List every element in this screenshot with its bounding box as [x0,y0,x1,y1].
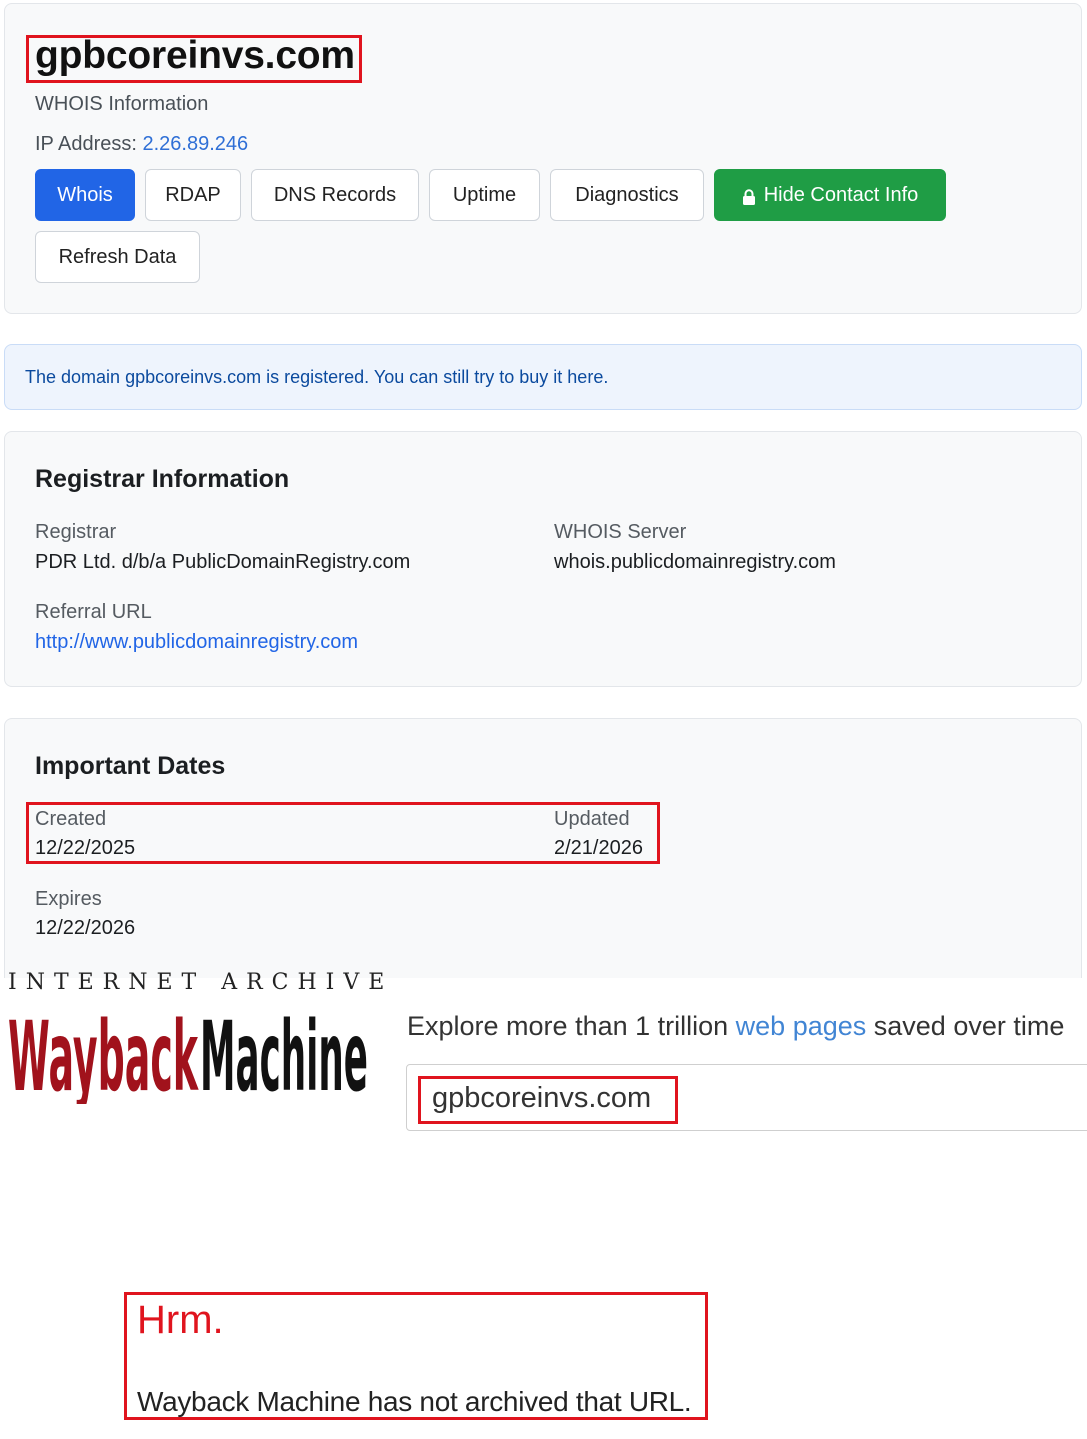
registrar-section-title: Registrar Information [35,465,290,493]
expires-value: 12/22/2026 [35,917,136,939]
domain-header-card: gpbcoreinvs.com WHOIS Information IP Add… [4,3,1082,314]
alert-middle: is registered. You can still try to buy … [261,367,568,387]
registrar-label: Registrar [35,521,117,543]
highlight-box-not-archived [124,1292,708,1420]
wayback-machine-logo[interactable]: Wayback Machine [8,1001,370,1113]
tagline-pre: Explore more than 1 trillion [407,1011,736,1041]
svg-text:Machine: Machine [200,1004,368,1104]
whois-tab-button[interactable]: Whois [35,169,135,221]
svg-text:Wayback: Wayback [8,1004,199,1104]
tagline-post: saved over time [866,1011,1065,1041]
buy-here-link[interactable]: here [567,367,603,387]
registrar-info-card: Registrar Information Registrar PDR Ltd.… [4,431,1082,687]
lock-icon [742,188,756,205]
uptime-button[interactable]: Uptime [429,169,540,221]
alert-text: The domain gpbcoreinvs.com is registered… [25,367,608,388]
dates-section-title: Important Dates [35,752,226,780]
hide-contact-info-button[interactable]: Hide Contact Info [714,169,946,221]
whois-server-label: WHOIS Server [554,521,687,543]
diagnostics-button[interactable]: Diagnostics [550,169,704,221]
alert-domain: gpbcoreinvs.com [125,367,262,387]
hide-contact-info-label: Hide Contact Info [763,183,919,206]
ip-address-row: IP Address: 2.26.89.246 [35,133,248,156]
highlight-box-domain [26,35,362,83]
ip-address-link[interactable]: 2.26.89.246 [142,133,248,155]
internet-archive-wordmark: INTERNET ARCHIVE [8,970,394,995]
alert-prefix: The domain [25,367,126,387]
referral-url-link[interactable]: http://www.publicdomainregistry.com [35,631,358,654]
web-pages-link[interactable]: web pages [736,1011,867,1041]
whois-server-value: whois.publicdomainregistry.com [554,551,836,573]
ip-label: IP Address: [35,133,137,155]
expires-label: Expires [35,888,102,910]
dns-records-button[interactable]: DNS Records [251,169,419,221]
whois-subtitle: WHOIS Information [35,93,209,115]
registration-alert: The domain gpbcoreinvs.com is registered… [4,344,1082,410]
highlight-box-search [418,1076,678,1124]
refresh-data-button[interactable]: Refresh Data [35,231,200,283]
rdap-button[interactable]: RDAP [145,169,241,221]
wayback-tagline: Explore more than 1 trillion web pages s… [407,1011,1064,1042]
highlight-box-dates [26,802,660,864]
important-dates-card: Important Dates Created 12/22/2025 Updat… [4,718,1082,978]
alert-suffix: . [603,367,609,387]
referral-url-label: Referral URL [35,601,152,623]
registrar-value: PDR Ltd. d/b/a PublicDomainRegistry.com [35,551,411,573]
